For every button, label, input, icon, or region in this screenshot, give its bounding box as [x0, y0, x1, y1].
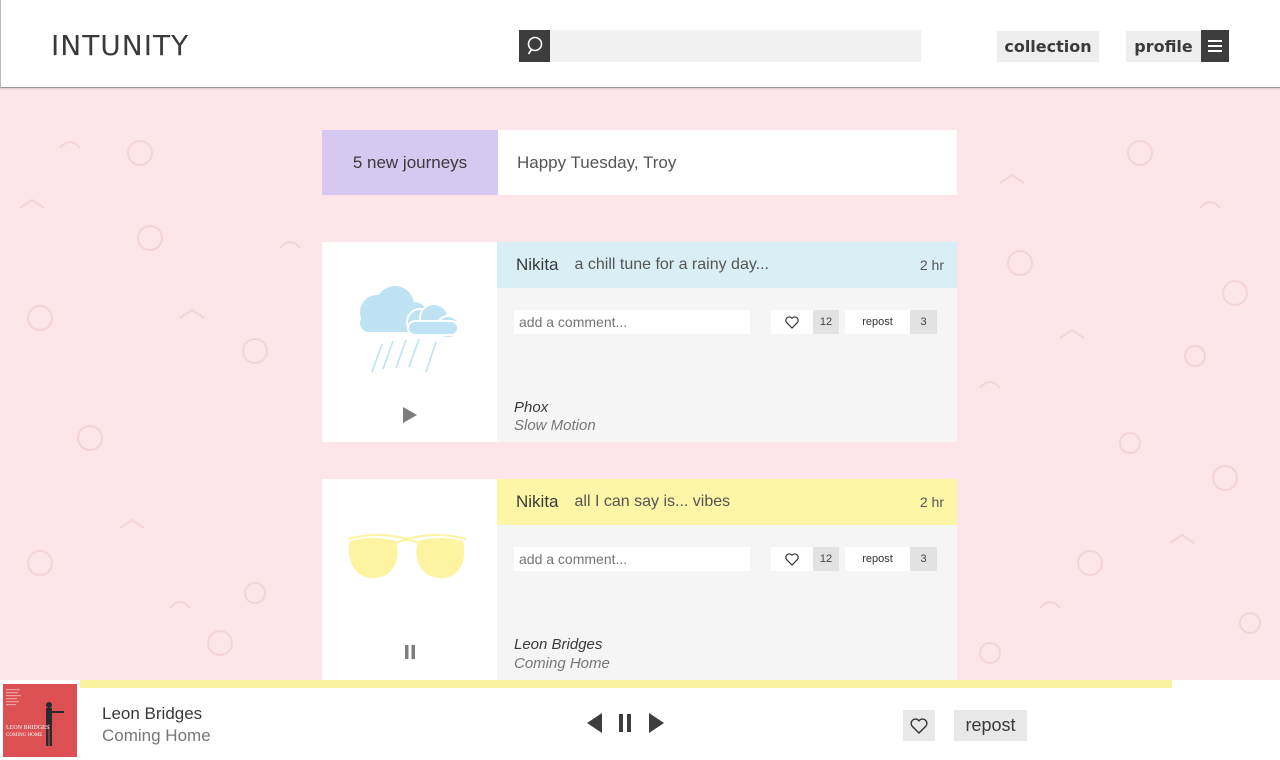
menu-button[interactable]: [1201, 30, 1229, 62]
greeting-text: Happy Tuesday, Troy: [498, 130, 957, 195]
like-count: 12: [813, 547, 839, 571]
comment-input[interactable]: [514, 310, 750, 334]
track-title[interactable]: Coming Home: [514, 655, 610, 672]
album-cover-text: LEON BRIDGES COMING HOME: [6, 725, 49, 738]
now-playing-title[interactable]: Coming Home: [102, 726, 211, 746]
previous-icon[interactable]: [585, 712, 603, 734]
post-caption: a chill tune for a rainy day...: [574, 256, 769, 273]
repost-count: 3: [910, 310, 937, 334]
like-count: 12: [813, 310, 839, 334]
hamburger-icon-line: [1208, 40, 1222, 42]
comment-input[interactable]: [514, 547, 750, 571]
now-playing-bar: LEON BRIDGES COMING HOME Leon Bridges Co…: [0, 680, 1280, 760]
post-caption: all I can say is... vibes: [574, 493, 731, 510]
post-time: 2 hr: [919, 494, 944, 510]
pause-icon[interactable]: [617, 712, 633, 734]
album-cover-artist: LEON BRIDGES: [6, 725, 49, 731]
sunglasses-icon: [347, 534, 467, 579]
post-artwork: [322, 479, 497, 680]
repost-button[interactable]: repost: [845, 547, 910, 571]
post-card: Nikita a chill tune for a rainy day... 2…: [322, 242, 957, 442]
top-header: INTUNITY collection profile: [0, 0, 1280, 88]
album-cover-title: COMING HOME: [6, 733, 42, 738]
post-time: 2 hr: [919, 257, 944, 273]
repost-count: 3: [910, 547, 937, 571]
post-body: Nikita all I can say is... vibes 2 hr 12…: [497, 479, 957, 680]
rain-cloud-icon: [360, 286, 460, 373]
search-input[interactable]: [550, 30, 921, 62]
app-logo[interactable]: INTUNITY: [51, 29, 189, 62]
track-artist[interactable]: Phox: [514, 399, 548, 416]
post-username[interactable]: Nikita: [516, 255, 559, 275]
post-header: Nikita all I can say is... vibes 2 hr: [497, 479, 957, 525]
track-title[interactable]: Slow Motion: [514, 417, 596, 434]
post-artwork: [322, 242, 497, 442]
repost-button[interactable]: repost: [845, 310, 910, 334]
album-art[interactable]: LEON BRIDGES COMING HOME: [3, 684, 77, 757]
welcome-banner: 5 new journeys Happy Tuesday, Troy: [322, 130, 957, 195]
player-like-button[interactable]: [903, 710, 935, 741]
new-journeys-button[interactable]: 5 new journeys: [322, 130, 498, 195]
pause-icon[interactable]: [402, 643, 418, 661]
track-artist[interactable]: Leon Bridges: [514, 636, 602, 653]
hamburger-icon-line: [1208, 50, 1222, 52]
search-icon: [527, 36, 542, 55]
post-body: Nikita a chill tune for a rainy day... 2…: [497, 242, 957, 442]
post-username[interactable]: Nikita: [516, 492, 559, 512]
post-card: Nikita all I can say is... vibes 2 hr 12…: [322, 479, 957, 680]
search-bar: [519, 30, 921, 62]
play-icon[interactable]: [402, 406, 418, 424]
now-playing-artist[interactable]: Leon Bridges: [102, 704, 202, 724]
like-button[interactable]: [771, 547, 813, 571]
collection-button[interactable]: collection: [997, 31, 1099, 62]
player-repost-button[interactable]: repost: [954, 710, 1027, 741]
search-button[interactable]: [519, 30, 550, 62]
heart-icon: [910, 717, 928, 734]
like-button[interactable]: [771, 310, 813, 334]
heart-icon: [785, 552, 799, 566]
post-header: Nikita a chill tune for a rainy day... 2…: [497, 242, 957, 288]
hamburger-icon-line: [1208, 45, 1222, 47]
profile-button[interactable]: profile: [1126, 31, 1201, 62]
heart-icon: [785, 315, 799, 329]
progress-bar[interactable]: [80, 680, 1172, 688]
next-icon[interactable]: [648, 712, 666, 734]
